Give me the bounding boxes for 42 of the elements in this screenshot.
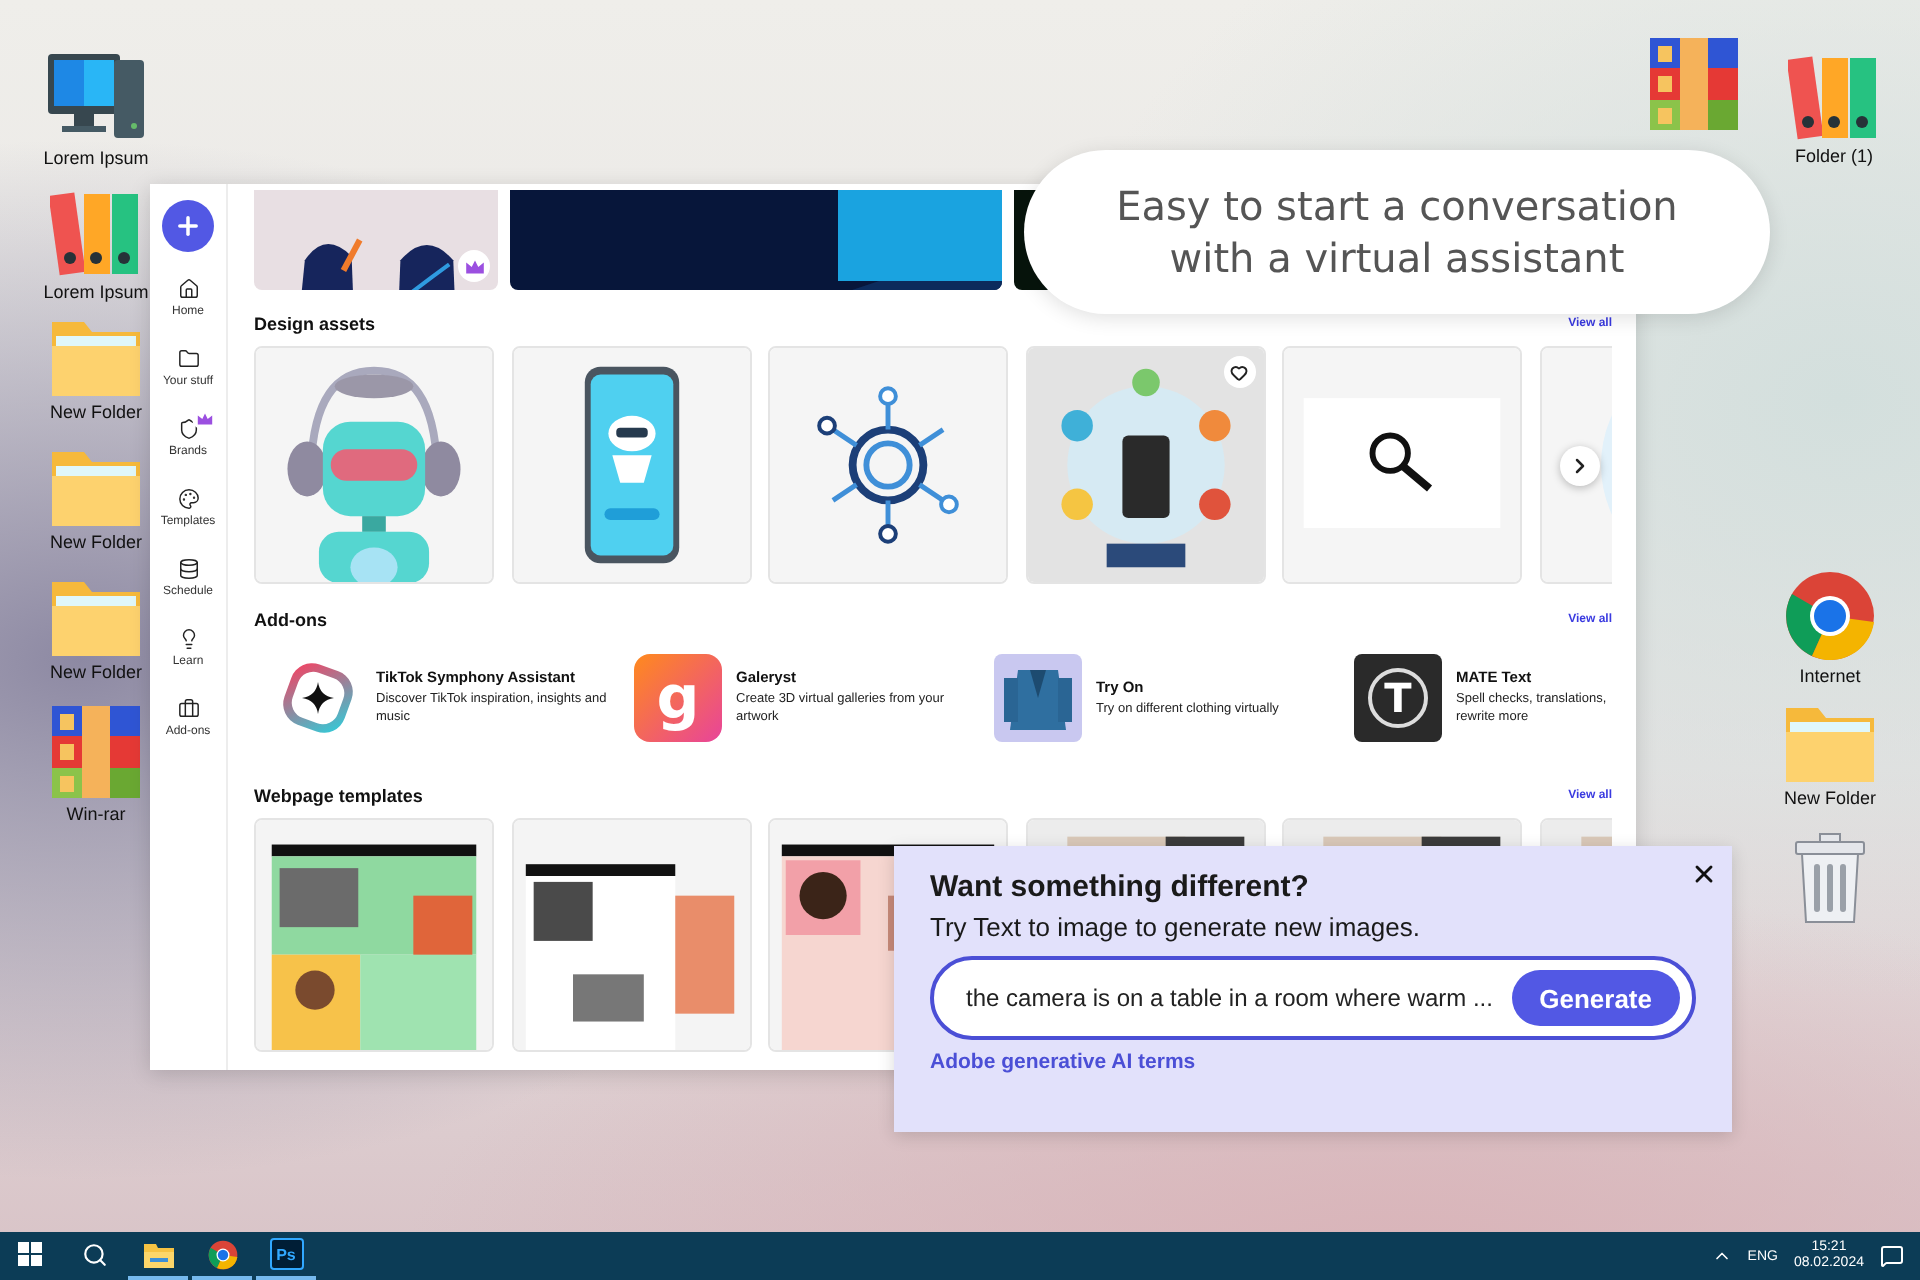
desktop-icon-label[interactable]: New Folder <box>49 532 142 552</box>
home-icon <box>177 277 199 299</box>
app-logo: T <box>1354 654 1442 742</box>
desktop-icon-label[interactable]: Win-rar <box>66 804 126 824</box>
shield-icon <box>177 417 199 439</box>
trash-icon <box>1792 832 1868 924</box>
desktop-icon-label[interactable]: Internet <box>1799 666 1861 686</box>
desktop-icon-label[interactable]: Lorem Ipsum <box>43 148 149 168</box>
palette-icon <box>177 487 199 509</box>
folder-icon <box>143 1241 173 1267</box>
terms-link[interactable]: Adobe generative AI terms <box>930 1050 1196 1074</box>
section-title: Add-ons <box>254 610 327 630</box>
briefcase-icon <box>177 697 199 719</box>
lightbulb-icon <box>177 627 199 649</box>
plus-icon <box>174 212 202 240</box>
folder-icon <box>177 347 199 369</box>
archive-icon <box>1648 36 1740 132</box>
close-icon <box>1690 860 1718 888</box>
desktop-icon-label[interactable]: Lorem Ipsum <box>43 282 149 302</box>
section-title: Design assets <box>254 314 376 334</box>
create-button[interactable] <box>162 200 214 252</box>
popup-title: Want something different? <box>930 870 1311 904</box>
desktop-icon-label[interactable]: New Folder <box>1783 788 1876 808</box>
desktop-icon-label[interactable]: Folder (1) <box>1794 146 1873 166</box>
desktop-icon-label[interactable]: New Folder <box>49 402 142 422</box>
taskbar-app[interactable]: Ps <box>256 1232 316 1280</box>
search-icon <box>81 1241 107 1267</box>
desktop-icon-label[interactable]: New Folder <box>49 662 142 682</box>
computer-icon <box>46 48 146 144</box>
heart-icon <box>1230 363 1248 381</box>
app-logo: g <box>634 654 722 742</box>
popup-subtitle: Try Text to image to generate new images. <box>930 912 1422 942</box>
browser-icon <box>207 1239 237 1269</box>
generate-button[interactable]: Generate <box>1511 970 1680 1026</box>
notification-icon[interactable] <box>1880 1244 1904 1268</box>
callout-text: Easy to start a conversation with a virtual assistant <box>1024 150 1770 314</box>
archive-icon <box>50 704 142 800</box>
prompt-field[interactable]: the camera is on a table in a room where warm ... Generate <box>930 956 1696 1040</box>
section-title: Webpage templates <box>254 786 423 806</box>
windows-icon <box>18 1242 42 1266</box>
browser-icon <box>1784 570 1876 662</box>
stack-icon <box>177 557 199 579</box>
